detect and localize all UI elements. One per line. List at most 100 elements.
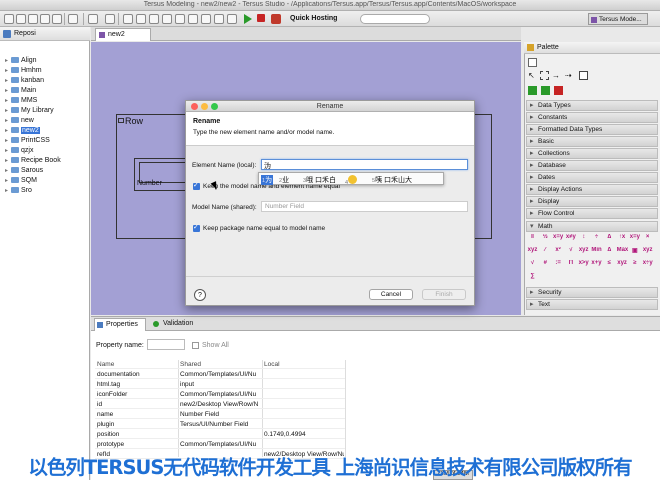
save-icon[interactable]	[28, 14, 38, 24]
math-operation-icon[interactable]: ↑x	[617, 234, 628, 243]
palette-group[interactable]: Constants	[526, 112, 658, 123]
palette-group[interactable]: Formatted Data Types	[526, 124, 658, 135]
repository-tab[interactable]: Reposi	[0, 27, 90, 41]
math-operation-icon[interactable]: ½	[540, 234, 551, 243]
repository-item[interactable]: ▸ new	[5, 117, 34, 127]
table-row[interactable]: id new2/Desktop View/Row/N	[95, 400, 345, 409]
math-operation-icon[interactable]: Π	[565, 260, 576, 269]
table-row[interactable]: plugin Tersus/UI/Number Field	[95, 420, 345, 429]
math-operation-icon[interactable]: x÷y	[642, 260, 653, 269]
math-operation-icon[interactable]: x²	[553, 247, 564, 256]
stop-icon[interactable]	[257, 14, 265, 22]
math-operation-icon[interactable]: ∑	[527, 273, 538, 282]
math-operation-icon[interactable]: x+y	[591, 260, 602, 269]
math-operation-icon[interactable]: xyz	[527, 247, 538, 256]
model-name-input[interactable]: Number Field	[261, 201, 468, 212]
palette-group[interactable]: Text	[526, 299, 658, 310]
error-exit-icon[interactable]	[554, 86, 563, 95]
repository-item[interactable]: ▸ SQM	[5, 177, 37, 187]
math-operation-icon[interactable]: √	[565, 247, 576, 256]
column-header[interactable]: Name	[97, 361, 177, 368]
repository-item[interactable]: ▸ qzjx	[5, 147, 33, 157]
repository-item[interactable]: ▸ PrintCSS	[5, 137, 50, 147]
help-button[interactable]: ?	[194, 289, 206, 301]
table-row[interactable]: documentation Common/Templates/UI/Nu	[95, 370, 345, 379]
flow-tool-icon[interactable]: →	[552, 71, 561, 80]
repository-item[interactable]: ▸ kanban	[5, 77, 44, 87]
zoom-out-icon[interactable]	[175, 14, 185, 24]
note-tool-icon[interactable]	[579, 71, 588, 80]
table-row[interactable]: prototype Common/Templates/UI/Nu	[95, 440, 345, 449]
ime-candidate[interactable]: 2业	[279, 175, 289, 185]
palette-group[interactable]: Flow Control	[526, 208, 658, 219]
repository-item[interactable]: ▸ Sarous	[5, 167, 43, 177]
math-operation-icon[interactable]: #	[540, 260, 551, 269]
math-operation-icon[interactable]: ▣	[629, 247, 640, 256]
math-operation-icon[interactable]: Max	[617, 247, 628, 256]
quick-hosting-label[interactable]: Quick Hosting	[290, 15, 337, 22]
palette-group[interactable]: Database	[526, 160, 658, 171]
forward-icon[interactable]	[136, 14, 146, 24]
palette-group[interactable]: Math	[526, 221, 658, 232]
repository-item[interactable]: ▸ Main	[5, 87, 36, 97]
tab-validation[interactable]: Validation	[153, 320, 193, 327]
grid-icon[interactable]	[201, 14, 211, 24]
undo-icon[interactable]	[105, 14, 115, 24]
column-header[interactable]: Shared	[180, 361, 262, 368]
math-operation-icon[interactable]: xyz	[642, 247, 653, 256]
back-icon[interactable]	[123, 14, 133, 24]
repository-item[interactable]: ▸ Hmhm	[5, 67, 42, 77]
ime-candidate[interactable]: 3哦 口禾白	[303, 175, 336, 185]
palette-group[interactable]: Display Actions	[526, 184, 658, 195]
repository-item[interactable]: ▸ Sro	[5, 187, 32, 197]
exit-icon[interactable]	[541, 86, 550, 95]
table-row[interactable]: position 0.1749,0.4994	[95, 430, 345, 439]
marquee-tool-icon[interactable]	[540, 71, 549, 80]
align-icon[interactable]	[214, 14, 224, 24]
math-operation-icon[interactable]: x≠y	[565, 234, 576, 243]
print-icon[interactable]	[52, 14, 62, 24]
palette-group[interactable]: Basic	[526, 136, 658, 147]
cancel-button[interactable]: Cancel	[369, 289, 413, 300]
repository-item[interactable]: ▸ MMS	[5, 97, 37, 107]
palette-group[interactable]: Dates	[526, 172, 658, 183]
palette-group[interactable]: Security	[526, 287, 658, 298]
math-operation-icon[interactable]: ≤	[604, 260, 615, 269]
column-header[interactable]: Local	[264, 361, 344, 368]
trigger-icon[interactable]	[528, 86, 537, 95]
ime-candidate[interactable]: 5咦 口禾山大	[372, 175, 412, 185]
fit-icon[interactable]	[227, 14, 237, 24]
math-operation-icon[interactable]: x>y	[578, 260, 589, 269]
math-operation-icon[interactable]: √	[527, 260, 538, 269]
math-operation-icon[interactable]: ∆	[604, 247, 615, 256]
table-row[interactable]: name Number Field	[95, 410, 345, 419]
repository-icon[interactable]	[68, 14, 78, 24]
tab-properties[interactable]: Properties	[94, 318, 146, 331]
property-name-input[interactable]	[147, 339, 185, 350]
palette-group[interactable]: Data Types	[526, 100, 658, 111]
table-row[interactable]: iconFolder Common/Templates/UI/Nu	[95, 390, 345, 399]
math-operation-icon[interactable]: xyz	[617, 260, 628, 269]
repository-item[interactable]: ▸ Align	[5, 57, 37, 67]
ime-candidate[interactable]: 4	[345, 175, 358, 186]
math-operation-icon[interactable]: ↕	[578, 234, 589, 243]
open-icon[interactable]	[16, 14, 26, 24]
math-operation-icon[interactable]: ≥	[629, 260, 640, 269]
math-operation-icon[interactable]: xyz	[578, 247, 589, 256]
table-row[interactable]: html.tag input	[95, 380, 345, 389]
quick-hosting-icon[interactable]	[271, 14, 281, 24]
math-operation-icon[interactable]: Min	[591, 247, 602, 256]
element-name-input[interactable]: 沩	[261, 159, 468, 170]
perspective-button[interactable]: Tersus Mode...	[588, 13, 648, 25]
math-operation-icon[interactable]: :=	[553, 260, 564, 269]
new-icon[interactable]	[4, 14, 14, 24]
math-operation-icon[interactable]: ∆	[604, 234, 615, 243]
repository-item[interactable]: ▸ new2	[5, 127, 40, 137]
repository-item[interactable]: ▸ Recipe Book	[5, 157, 61, 167]
up-icon[interactable]	[149, 14, 159, 24]
math-operation-icon[interactable]: x=y	[553, 234, 564, 243]
editor-tab-new2[interactable]: new2	[95, 28, 151, 41]
palette-group[interactable]: Collections	[526, 148, 658, 159]
run-icon[interactable]	[244, 14, 252, 24]
math-operation-icon[interactable]: ×	[642, 234, 653, 243]
